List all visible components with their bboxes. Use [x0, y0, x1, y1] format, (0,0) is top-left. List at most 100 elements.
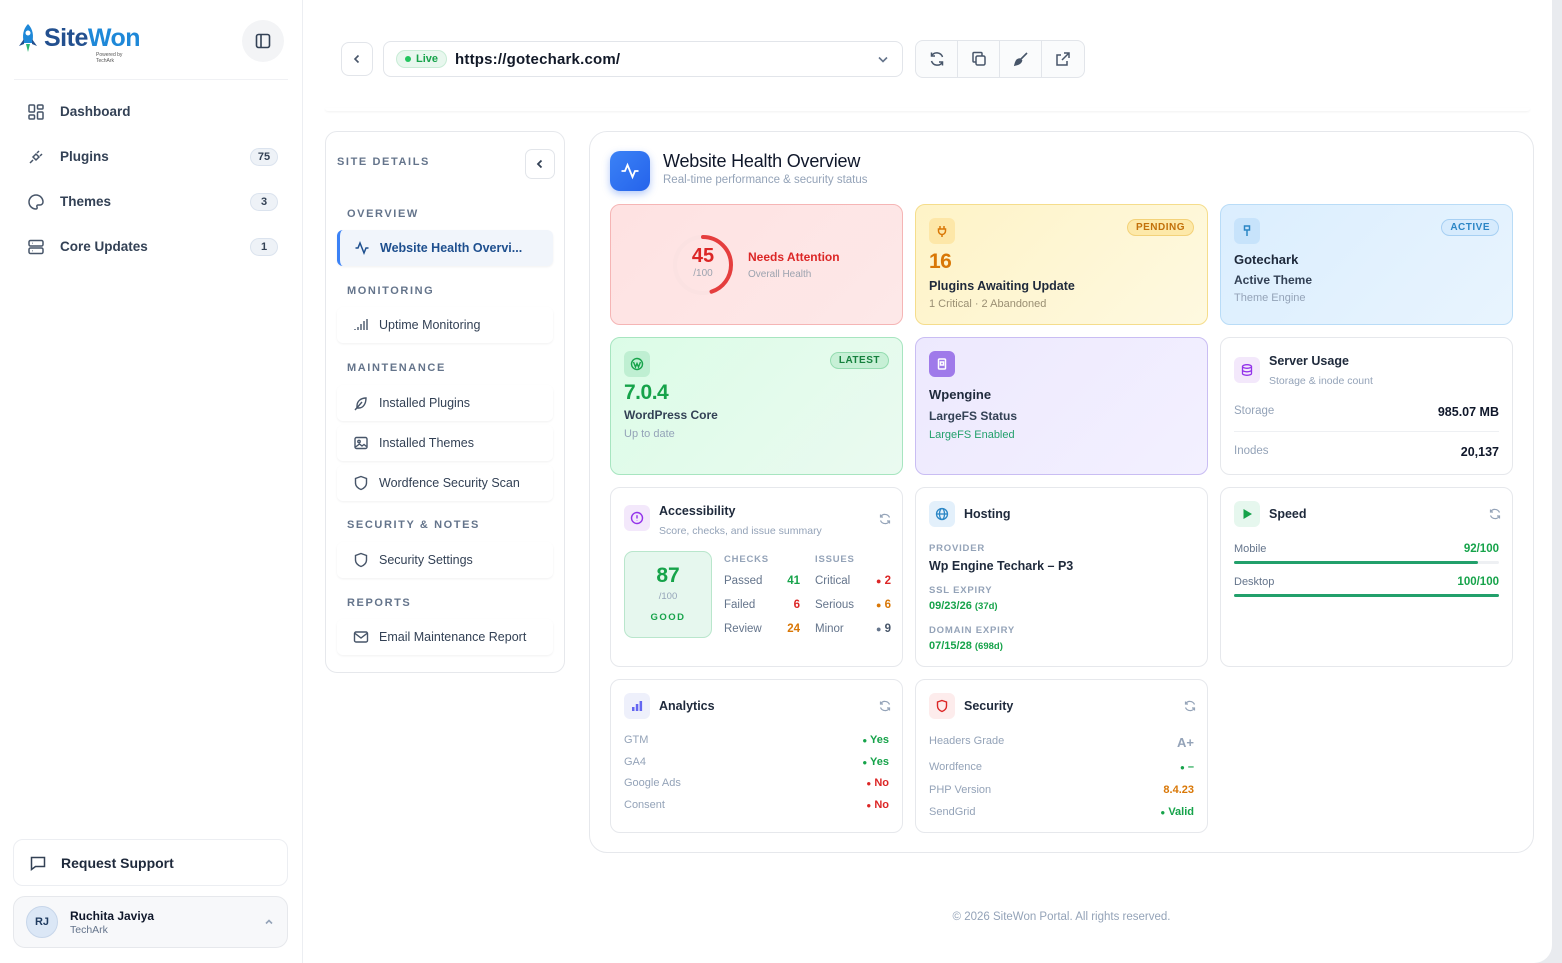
theme-name: Gotechark	[1234, 252, 1299, 267]
security-card[interactable]: Security Headers Grade A+ Wordfence ● – PH…	[915, 679, 1208, 833]
nav-uptime-monitoring[interactable]: Uptime Monitoring	[337, 307, 553, 343]
desktop-progress-track	[1234, 594, 1499, 597]
brand-tagline: Powered by TechArk	[96, 52, 123, 64]
sidebar-item-label: Core Updates	[60, 239, 148, 254]
refresh-icon[interactable]	[878, 512, 892, 526]
footer: © 2026 SiteWon Portal. All rights reserv…	[952, 911, 1171, 923]
refresh-icon[interactable]	[1183, 699, 1197, 713]
external-link-icon	[1056, 52, 1070, 66]
sidebar-item-core-updates[interactable]: Core Updates 1	[14, 224, 290, 269]
issues-heading: ISSUES	[815, 554, 855, 565]
accessibility-grade: GOOD	[650, 612, 686, 623]
feather-icon	[353, 395, 369, 411]
desktop-progress-fill	[1234, 594, 1499, 597]
shield-icon	[353, 475, 369, 491]
back-button[interactable]	[341, 42, 373, 76]
check-row: Failed 6	[724, 599, 800, 611]
server-icon	[26, 237, 46, 257]
nav-email-report[interactable]: Email Maintenance Report	[337, 619, 553, 655]
grid-icon	[26, 102, 46, 122]
ssl-heading: SSL EXPIRY	[929, 585, 993, 596]
nav-website-health[interactable]: Website Health Overvi...	[337, 230, 553, 266]
user-name: Ruchita Javiya	[70, 908, 155, 923]
page-title: Website Health Overview	[663, 151, 861, 171]
copy-button[interactable]	[958, 41, 1000, 77]
analytics-row: GTM ● Yes	[624, 734, 889, 746]
sidebar-item-dashboard[interactable]: Dashboard	[14, 89, 290, 134]
status-badge: LATEST	[829, 352, 889, 369]
core-version: 7.0.4	[624, 381, 669, 404]
request-support-button[interactable]: Request Support	[13, 839, 288, 886]
count-badge: 75	[250, 147, 278, 166]
sidebar-item-label: Plugins	[60, 149, 109, 164]
rocket-logo-icon	[19, 24, 37, 52]
nav-security-settings[interactable]: Security Settings	[337, 542, 553, 578]
storage-value: 985.07 MB	[1437, 405, 1499, 419]
card-subtitle: 1 Critical · 2 Abandoned	[929, 298, 1047, 310]
sidebar-item-plugins[interactable]: Plugins 75	[14, 134, 290, 179]
collapse-panel-button[interactable]	[525, 149, 555, 179]
hosting-card[interactable]: Hosting PROVIDER Wp Engine Techark – P3 …	[915, 487, 1208, 667]
host-icon	[929, 351, 955, 377]
domain-value: 07/15/28 (698d)	[929, 640, 1003, 652]
open-site-button[interactable]	[1042, 41, 1084, 77]
user-menu[interactable]: RJ Ruchita Javiya TechArk	[13, 896, 288, 948]
issue-row: Critical ● 2	[815, 575, 891, 587]
issue-row: Minor ● 9	[815, 623, 891, 635]
site-selector[interactable]: Live https://gotechark.com/	[383, 41, 903, 77]
health-overview-panel: Website Health Overview Real-time perfor…	[589, 131, 1534, 853]
refresh-button[interactable]	[916, 41, 958, 77]
accessibility-card[interactable]: Accessibility Score, checks, and issue s…	[610, 487, 903, 667]
server-usage-card[interactable]: Server Usage Storage & inode count Stora…	[1220, 337, 1513, 475]
status-badge: PENDING	[1126, 219, 1194, 236]
app-window: SiteWon Powered by TechArk Dashboard Plu…	[0, 0, 1552, 963]
clear-cache-button[interactable]	[1000, 41, 1042, 77]
card-title: Analytics	[659, 699, 715, 713]
nav-wordfence-scan[interactable]: Wordfence Security Scan	[337, 465, 553, 501]
check-row: Review 24	[724, 623, 800, 635]
speed-card[interactable]: Speed Mobile 92/100 Desktop 100/100	[1220, 487, 1513, 667]
issue-row: Serious ● 6	[815, 599, 891, 611]
chevron-down-icon	[878, 56, 888, 63]
health-score-max: /100	[693, 268, 713, 279]
storage-row: Storage 985.07 MB	[1234, 405, 1499, 419]
nav-installed-themes[interactable]: Installed Themes	[337, 425, 553, 461]
desktop-row: Desktop 100/100	[1234, 576, 1499, 588]
plugins-pending-card[interactable]: PENDING 16 Plugins Awaiting Update 1 Cri…	[915, 204, 1208, 325]
wordpress-core-card[interactable]: LATEST 7.0.4 WordPress Core Up to date	[610, 337, 903, 475]
host-status-card[interactable]: Wpengine LargeFS Status LargeFS Enabled	[915, 337, 1208, 475]
bar-chart-icon	[624, 693, 650, 719]
image-icon	[353, 435, 369, 451]
card-title: Hosting	[964, 507, 1011, 521]
sidebar-toggle-button[interactable]	[242, 20, 284, 62]
refresh-icon[interactable]	[878, 699, 892, 713]
panel-title: SITE DETAILS	[337, 156, 430, 168]
accessibility-score-box: 87 /100 GOOD	[624, 551, 712, 638]
refresh-icon[interactable]	[1488, 507, 1502, 521]
health-status: Needs Attention	[748, 250, 840, 264]
checks-heading: CHECKS	[724, 554, 769, 565]
nav-installed-plugins[interactable]: Installed Plugins	[337, 385, 553, 421]
health-score: 45	[691, 245, 715, 267]
card-subtitle: LargeFS Enabled	[929, 429, 1015, 441]
support-label: Request Support	[61, 854, 174, 871]
card-title: Accessibility	[659, 504, 736, 518]
sidebar-item-themes[interactable]: Themes 3	[14, 179, 290, 224]
section-reports: REPORTS	[347, 597, 412, 609]
active-theme-card[interactable]: ACTIVE Gotechark Active Theme Theme Engi…	[1220, 204, 1513, 325]
overall-health-card[interactable]: 45 /100 Needs Attention Overall Health	[610, 204, 903, 325]
check-row: Passed 41	[724, 575, 800, 587]
wordpress-icon	[624, 351, 650, 377]
plugins-pending-count: 16	[929, 250, 952, 273]
chevron-left-icon	[353, 54, 360, 64]
accessibility-score-max: /100	[658, 591, 678, 602]
sidebar: SiteWon Powered by TechArk Dashboard Plu…	[0, 0, 303, 963]
panel-left-icon	[255, 33, 271, 49]
logo[interactable]: SiteWon Powered by TechArk	[16, 22, 141, 64]
security-row: PHP Version 8.4.23	[929, 784, 1194, 796]
user-org: TechArk	[70, 923, 108, 936]
analytics-card[interactable]: Analytics GTM ● Yes GA4 ● Yes Google Ads ● …	[610, 679, 903, 833]
card-subtitle: Up to date	[624, 428, 675, 440]
card-title: Server Usage	[1269, 354, 1349, 368]
site-actions	[915, 40, 1085, 78]
